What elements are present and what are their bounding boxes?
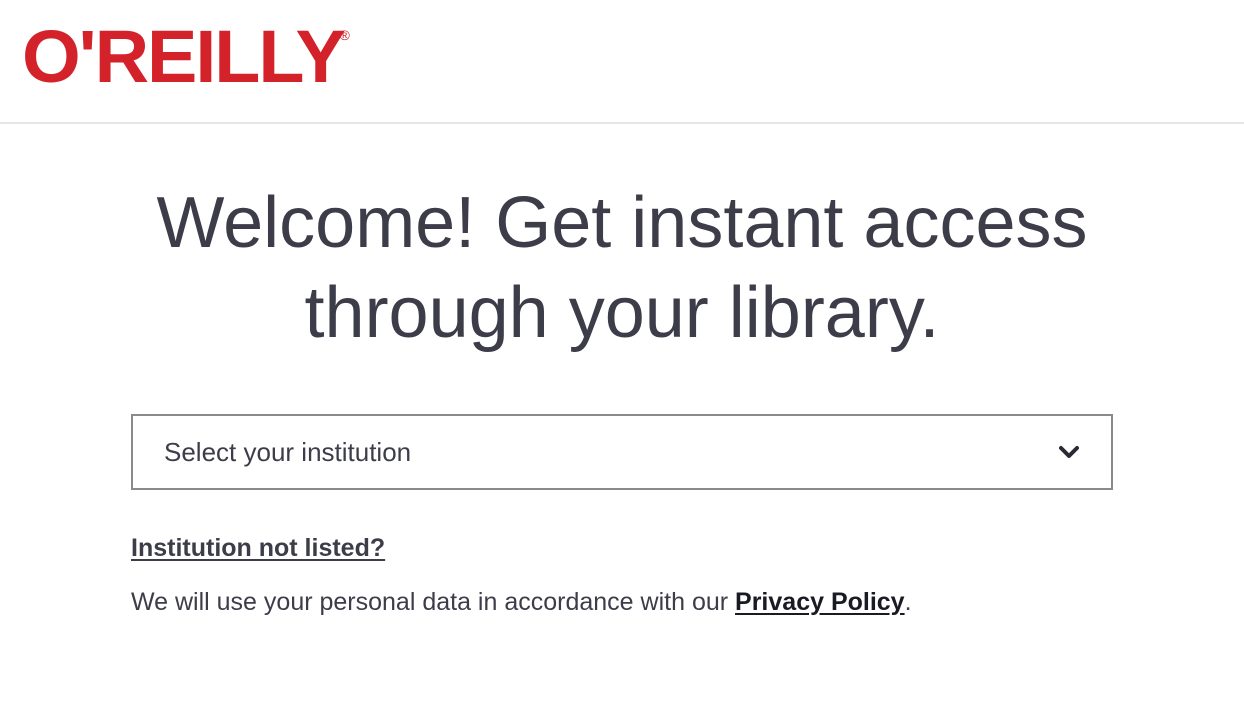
privacy-policy-link[interactable]: Privacy Policy bbox=[735, 588, 905, 616]
oreilly-logo[interactable]: O'REILLY ® bbox=[22, 15, 350, 98]
page-headline: Welcome! Get instant access through your… bbox=[0, 178, 1244, 358]
headline-line-2: through your library. bbox=[304, 273, 940, 353]
institution-select-value: Select your institution bbox=[164, 437, 412, 467]
site-header: O'REILLY ® bbox=[0, 0, 1244, 124]
privacy-notice: We will use your personal data in accord… bbox=[131, 584, 912, 620]
logo-wordmark: O'REILLY bbox=[22, 15, 346, 98]
privacy-notice-text: We will use your personal data in accord… bbox=[131, 588, 736, 616]
headline-line-1: Welcome! Get instant access bbox=[156, 183, 1088, 263]
chevron-down-icon bbox=[1059, 446, 1079, 458]
privacy-notice-period: . bbox=[904, 588, 912, 616]
institution-select[interactable]: Select your institution bbox=[131, 414, 1113, 490]
institution-not-listed-link[interactable]: Institution not listed? bbox=[131, 530, 385, 566]
